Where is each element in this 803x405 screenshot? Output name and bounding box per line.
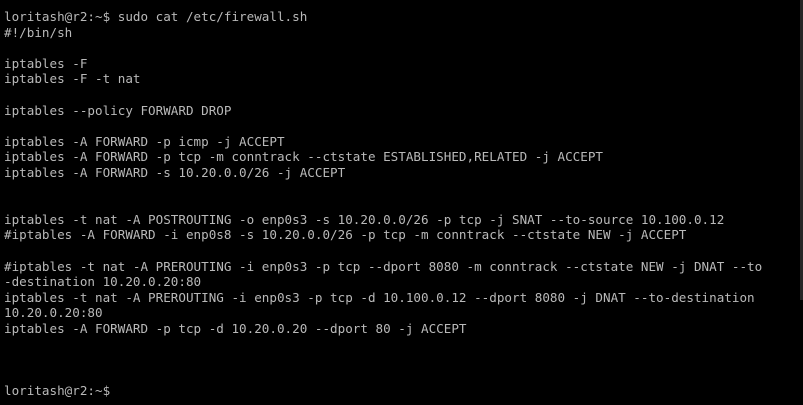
terminal-prompt-line[interactable]: loritash@r2:~$	[4, 383, 799, 399]
terminal-line: iptables -F	[4, 55, 88, 71]
text-cursor	[118, 384, 126, 397]
terminal-line-command: loritash@r2:~$ sudo cat /etc/firewall.sh	[4, 9, 308, 24]
shell-prompt: loritash@r2:~$	[4, 383, 118, 399]
terminal-line: iptables -F -t nat	[4, 71, 141, 87]
terminal-line: iptables -A FORWARD -p tcp -m conntrack …	[4, 149, 603, 165]
terminal-line: iptables --policy FORWARD DROP	[4, 102, 232, 118]
terminal-line: #iptables -t nat -A PREROUTING -i enp0s3…	[4, 258, 763, 274]
terminal-line: iptables -A FORWARD -s 10.20.0.0/26 -j A…	[4, 164, 346, 180]
terminal-line: #iptables -A FORWARD -i enp0s8 -s 10.20.…	[4, 227, 687, 243]
terminal-line: iptables -A FORWARD -p tcp -d 10.20.0.20…	[4, 320, 467, 336]
terminal-line: #!/bin/sh	[4, 24, 73, 40]
terminal-output: loritash@r2:~$ sudo cat /etc/firewall.sh…	[4, 9, 799, 399]
terminal-window[interactable]: loritash@r2:~$ sudo cat /etc/firewall.sh…	[0, 0, 803, 405]
terminal-line: iptables -t nat -A POSTROUTING -o enp0s3…	[4, 211, 725, 227]
terminal-line: -destination 10.20.0.20:80	[4, 274, 202, 290]
terminal-line: iptables -A FORWARD -p icmp -j ACCEPT	[4, 133, 285, 149]
terminal-line: iptables -t nat -A PREROUTING -i enp0s3 …	[4, 289, 755, 305]
terminal-line: 10.20.0.20:80	[4, 305, 103, 321]
